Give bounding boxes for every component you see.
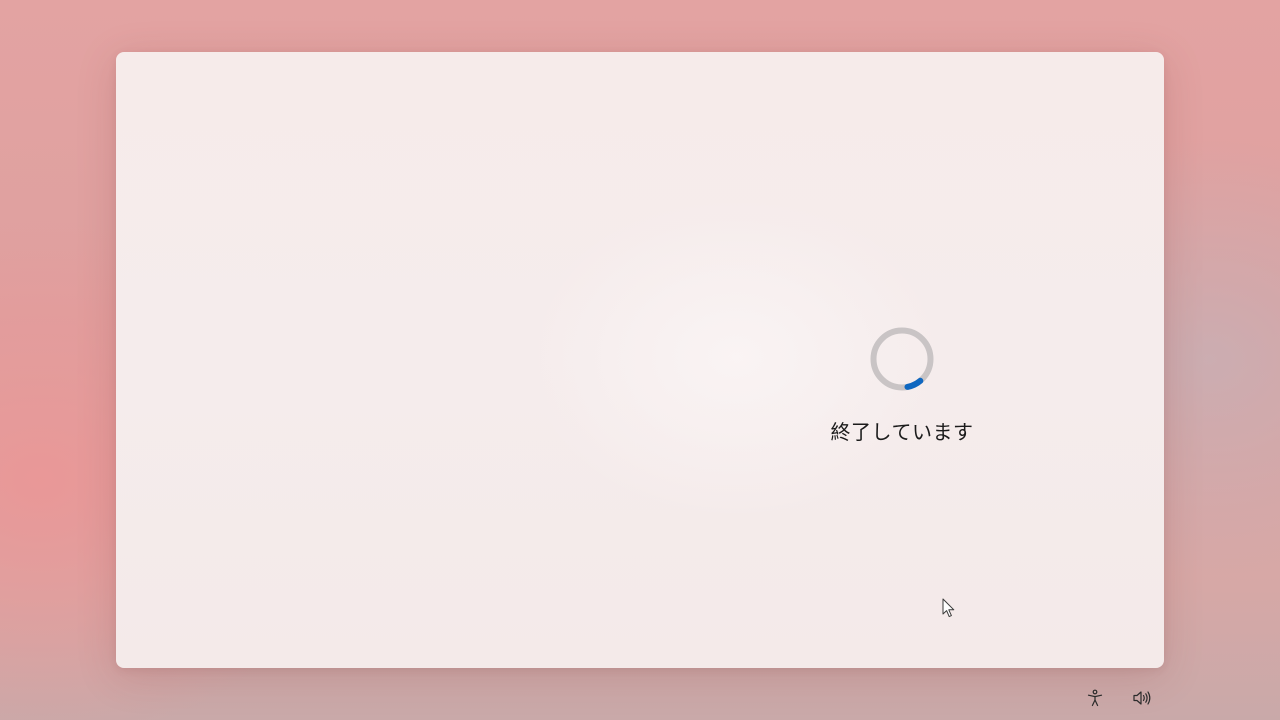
volume-button[interactable] xyxy=(1130,686,1154,710)
loading-ring-icon xyxy=(870,327,934,391)
accessibility-button[interactable] xyxy=(1083,686,1107,710)
accessibility-icon xyxy=(1087,689,1103,707)
mouse-pointer-icon xyxy=(942,598,956,618)
volume-icon xyxy=(1133,691,1151,705)
loading-spinner xyxy=(869,326,935,392)
setup-panel: 終了しています xyxy=(116,52,1164,668)
status-message: 終了しています xyxy=(830,420,974,444)
